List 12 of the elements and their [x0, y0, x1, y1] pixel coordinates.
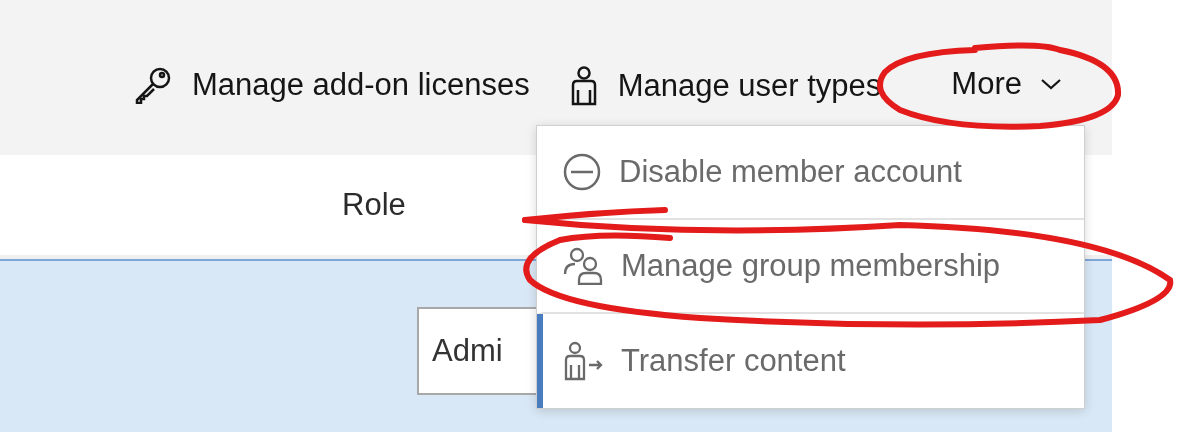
- user-icon: [569, 66, 598, 106]
- minus-circle-icon: [563, 153, 601, 191]
- toolbar-button[interactable]: Manage add-on licenses: [133, 66, 530, 104]
- more-button[interactable]: More: [921, 66, 1062, 102]
- caret-icon: [1040, 77, 1062, 91]
- user-transfer-icon: [563, 341, 603, 381]
- menu-item[interactable]: Manage group membership: [537, 220, 1084, 314]
- key-icon: [133, 66, 172, 104]
- menu-item[interactable]: Transfer content: [537, 314, 1084, 408]
- column-header: Role: [342, 187, 406, 223]
- people-icon: [563, 247, 603, 285]
- menu-item[interactable]: Disable member account: [537, 126, 1084, 220]
